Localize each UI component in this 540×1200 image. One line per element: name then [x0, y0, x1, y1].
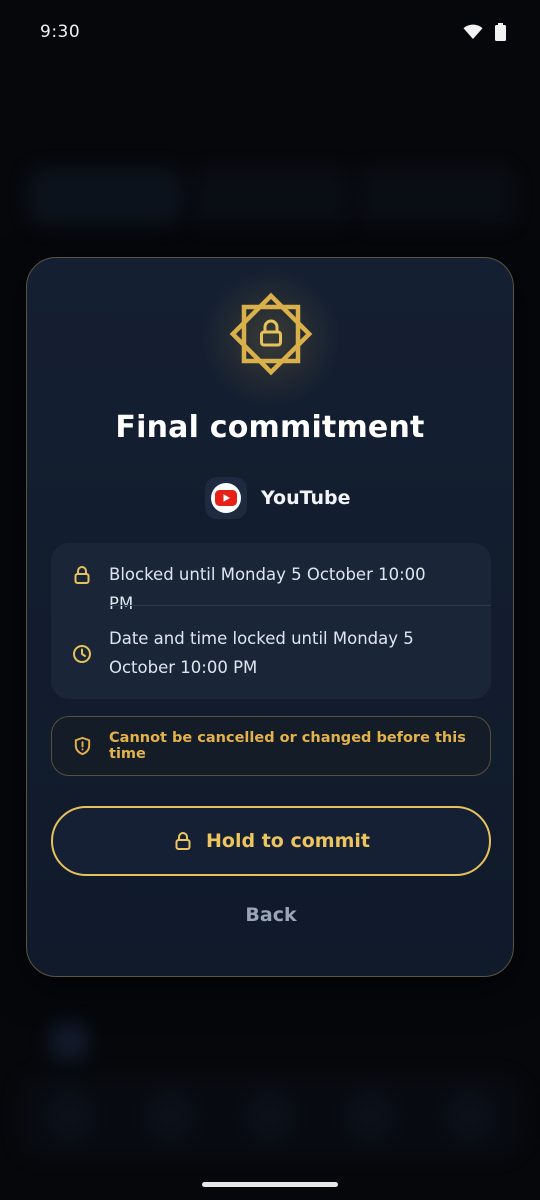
- background-nav-item: [146, 1092, 194, 1140]
- background-item-icon: [50, 1022, 88, 1060]
- app-icon-container: [205, 477, 247, 519]
- background-tab: [28, 168, 184, 226]
- lock-details-card: Blocked until Monday 5 October 10:00 PM …: [51, 543, 491, 699]
- lock-icon: [175, 832, 191, 850]
- background-nav-item: [446, 1092, 494, 1140]
- info-divider: [109, 605, 491, 606]
- status-time: 9:30: [40, 22, 81, 42]
- warning-banner: Cannot be cancelled or changed before th…: [51, 716, 491, 776]
- date-locked-row: Date and time locked until Monday 5 Octo…: [51, 624, 491, 684]
- background-tabs: [28, 168, 514, 226]
- app-icon-background: [211, 483, 241, 513]
- youtube-icon: [215, 490, 237, 506]
- commit-button-label: Hold to commit: [206, 830, 370, 852]
- background-nav-item: [46, 1092, 94, 1140]
- background-title: [26, 96, 37, 134]
- app-chip: YouTube: [205, 477, 351, 519]
- wifi-icon: [463, 24, 483, 39]
- commitment-dialog: Final commitment YouTube Blocked until M…: [26, 257, 514, 977]
- battery-icon: [495, 23, 506, 41]
- dialog-title: Final commitment: [115, 410, 425, 445]
- background-tab: [358, 168, 514, 226]
- hold-to-commit-button[interactable]: Hold to commit: [51, 806, 491, 876]
- back-button[interactable]: Back: [221, 898, 321, 932]
- clock-icon: [73, 645, 91, 663]
- background-list-item: [50, 1018, 490, 1064]
- shield-alert-icon: [74, 736, 91, 756]
- status-bar: 9:30: [0, 0, 540, 64]
- blocked-until-row: Blocked until Monday 5 October 10:00 PM: [51, 560, 491, 613]
- warning-text: Cannot be cancelled or changed before th…: [109, 730, 466, 762]
- blocked-until-text: Blocked until Monday 5 October 10:00 PM: [109, 565, 426, 613]
- status-icons: [463, 23, 506, 41]
- background-nav-item: [346, 1092, 394, 1140]
- background-bottom-nav: [20, 1076, 520, 1156]
- home-indicator[interactable]: [202, 1182, 338, 1187]
- background-tab: [193, 168, 349, 226]
- app-name: YouTube: [261, 487, 351, 509]
- star-lock-emblem-icon: [229, 292, 313, 376]
- date-locked-text: Date and time locked until Monday 5 Octo…: [109, 629, 414, 677]
- background-nav-item: [246, 1092, 294, 1140]
- lock-icon: [74, 566, 90, 584]
